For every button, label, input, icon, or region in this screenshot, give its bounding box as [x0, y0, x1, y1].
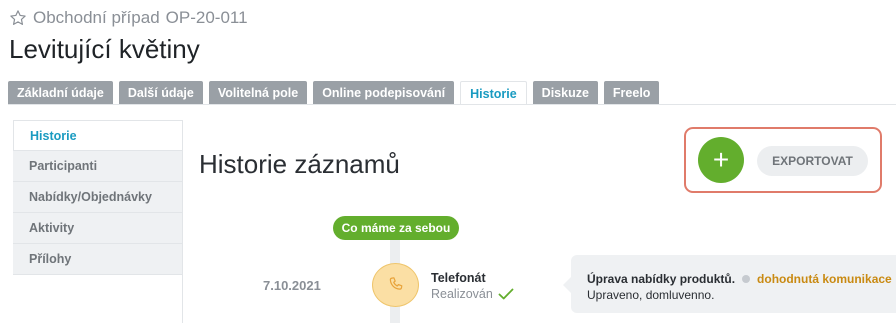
event-card-note: Upraveno, domluvenno. — [587, 288, 715, 302]
sidebar-item-aktivity[interactable]: Aktivity — [13, 213, 183, 244]
tab-zakladni-udaje[interactable]: Základní údaje — [8, 81, 113, 104]
tab-volitelna-pole[interactable]: Volitelná pole — [208, 81, 308, 104]
timeline-period-badge: Co máme za sebou — [333, 216, 459, 240]
event-type: Telefonát — [431, 271, 486, 285]
event-card-tag: dohodnutá komunikace — [757, 272, 892, 286]
sidebar-item-historie[interactable]: Historie — [13, 120, 183, 151]
app-root: Obchodní případ OP-20-011 Levitující kvě… — [0, 0, 896, 323]
tabs-divider — [8, 104, 896, 105]
event-card[interactable]: Úprava nabídky produktů. dohodnutá komun… — [563, 255, 896, 313]
checkmark-icon — [498, 288, 514, 300]
star-icon[interactable] — [9, 9, 27, 27]
phone-icon — [372, 263, 419, 307]
event-card-text: Úprava nabídky produktů. — [587, 272, 736, 286]
content-divider — [182, 120, 183, 323]
sidebar-item-nabidky-objednavky[interactable]: Nabídky/Objednávky — [13, 182, 183, 213]
event-card-summary: Úprava nabídky produktů. dohodnutá komun… — [587, 272, 892, 286]
separator-dot-icon — [742, 275, 751, 283]
event-date: 7.10.2021 — [263, 278, 321, 293]
page-title: Levitující květiny — [9, 34, 200, 64]
breadcrumb-code: OP-20-011 — [165, 8, 248, 27]
breadcrumb: Obchodní případ OP-20-011 — [9, 8, 248, 28]
section-heading: Historie záznamů — [199, 149, 400, 179]
event-status-label: Realizován — [431, 287, 493, 301]
sidebar-item-prilohy[interactable]: Přílohy — [13, 244, 183, 275]
breadcrumb-label: Obchodní případ — [33, 8, 160, 27]
sidebar-item-participanti[interactable]: Participanti — [13, 151, 183, 182]
tab-dalsi-udaje[interactable]: Další údaje — [118, 81, 203, 104]
tab-bar: Základní údaje Další údaje Volitelná pol… — [8, 81, 660, 105]
tab-historie[interactable]: Historie — [460, 81, 527, 105]
event-status: Realizován — [431, 287, 514, 301]
sidebar: Historie Participanti Nabídky/Objednávky… — [13, 120, 183, 275]
tab-freelo[interactable]: Freelo — [603, 81, 660, 104]
export-button[interactable]: EXPORTOVAT — [757, 146, 868, 176]
tab-online-podepisovani[interactable]: Online podepisování — [313, 81, 455, 104]
tab-diskuze[interactable]: Diskuze — [532, 81, 598, 104]
add-record-button[interactable]: + — [698, 137, 744, 183]
